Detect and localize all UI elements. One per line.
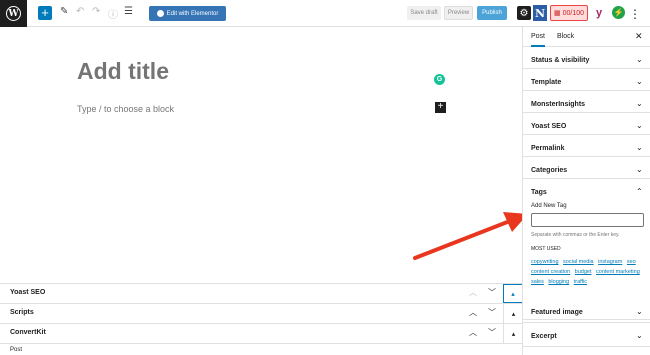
- score-value: 00/100: [562, 9, 585, 17]
- tag-link[interactable]: blogging: [548, 279, 569, 285]
- panel-status-visibility[interactable]: Status & visibility ⌄: [523, 47, 650, 69]
- panel-title: MonsterInsights: [531, 101, 586, 108]
- most-used-tags: copywriting social media instagram seo c…: [531, 257, 649, 287]
- move-up-icon[interactable]: ︿: [469, 327, 477, 338]
- add-block-button[interactable]: +: [38, 6, 52, 20]
- toggle-panel-icon[interactable]: ▴: [503, 304, 523, 323]
- tag-link[interactable]: copywriting: [531, 259, 559, 265]
- chevron-down-icon: ⌄: [636, 307, 643, 316]
- chevron-up-icon[interactable]: ⌃: [636, 187, 643, 196]
- panel-title: Permalink: [531, 145, 565, 152]
- panel-template[interactable]: Template ⌄: [523, 69, 650, 91]
- tags-help-text: Separate with commas or the Enter key.: [531, 232, 620, 238]
- performance-plugin-icon[interactable]: ⚡: [612, 6, 625, 19]
- metabox-title: Scripts: [10, 309, 34, 316]
- panel-title: Featured image: [531, 309, 583, 316]
- tag-link[interactable]: traffic: [574, 279, 587, 285]
- status-breadcrumb: Post: [0, 343, 523, 355]
- wordpress-logo[interactable]: W: [0, 0, 27, 27]
- panel-title: Categories: [531, 167, 568, 174]
- publish-button[interactable]: Publish: [477, 6, 507, 20]
- tab-post[interactable]: Post: [531, 33, 546, 47]
- score-icon: ▦: [553, 10, 561, 17]
- n-plugin-icon[interactable]: N: [533, 5, 547, 21]
- metabox-title: ConvertKit: [10, 329, 46, 336]
- wordpress-logo-icon: W: [6, 6, 21, 21]
- panel-title: Status & visibility: [531, 57, 590, 64]
- move-up-icon[interactable]: ︿: [469, 307, 477, 318]
- grammarly-icon[interactable]: G: [434, 74, 445, 85]
- preview-button[interactable]: Preview: [444, 6, 473, 20]
- chevron-down-icon: ⌄: [636, 331, 643, 340]
- editor-toolbar: W + ✎ ↶ ↷ ⓘ ☰ Edit with Elementor Save d…: [0, 0, 650, 27]
- tag-link[interactable]: content marketing: [596, 269, 640, 275]
- undo-icon[interactable]: ↶: [76, 6, 84, 17]
- more-menu-icon[interactable]: ⋮: [629, 5, 641, 22]
- metabox-scripts[interactable]: Scripts ︿ ﹀ ▴: [0, 303, 523, 323]
- panel-title[interactable]: Tags: [531, 189, 547, 196]
- close-icon[interactable]: ✕: [635, 31, 643, 42]
- elementor-label: Edit with Elementor: [166, 10, 219, 17]
- list-view-icon[interactable]: ☰: [124, 6, 133, 17]
- chevron-down-icon: ⌄: [636, 165, 643, 174]
- move-down-icon[interactable]: ﹀: [488, 287, 496, 298]
- panel-permalink[interactable]: Permalink ⌄: [523, 135, 650, 157]
- tag-link[interactable]: budget: [575, 269, 592, 275]
- chevron-down-icon: ⌄: [636, 55, 643, 64]
- redo-icon[interactable]: ↷: [92, 6, 100, 17]
- elementor-icon: [156, 10, 164, 17]
- tag-link[interactable]: instagram: [598, 259, 622, 265]
- yoast-icon[interactable]: y: [592, 5, 606, 21]
- most-used-label: MOST USED: [531, 246, 561, 252]
- chevron-down-icon: ⌄: [636, 121, 643, 130]
- post-title-input[interactable]: Add title: [77, 58, 169, 85]
- metabox-yoast-seo[interactable]: Yoast SEO ︿ ﹀ ▴: [0, 283, 523, 303]
- move-up-icon[interactable]: ︿: [469, 287, 477, 298]
- metabox-title: Yoast SEO: [10, 289, 46, 296]
- chevron-down-icon: ⌄: [636, 99, 643, 108]
- save-draft-button[interactable]: Save draft: [407, 6, 441, 20]
- panel-monsterinsights[interactable]: MonsterInsights ⌄: [523, 91, 650, 113]
- move-down-icon[interactable]: ﹀: [488, 307, 496, 318]
- panel-excerpt[interactable]: Excerpt ⌄: [523, 323, 650, 347]
- panel-title: Yoast SEO: [531, 123, 567, 130]
- inline-add-block-button[interactable]: +: [435, 102, 446, 113]
- pencil-icon[interactable]: ✎: [60, 6, 68, 17]
- annotation-arrow-icon: [413, 212, 528, 260]
- tag-link[interactable]: sales: [531, 279, 544, 285]
- tag-link[interactable]: seo: [627, 259, 636, 265]
- toggle-panel-icon[interactable]: ▴: [503, 324, 523, 343]
- toggle-panel-icon[interactable]: ▴: [503, 284, 523, 303]
- panel-title: Excerpt: [531, 333, 557, 340]
- move-down-icon[interactable]: ﹀: [488, 327, 496, 338]
- panel-title: Template: [531, 79, 562, 86]
- sidebar-tabs: Post Block ✕: [523, 27, 650, 47]
- add-new-tag-input[interactable]: [531, 213, 644, 227]
- panel-categories[interactable]: Categories ⌄: [523, 157, 650, 179]
- settings-sidebar: Post Block ✕ Status & visibility ⌄ Templ…: [522, 27, 650, 355]
- metabox-convertkit[interactable]: ConvertKit ︿ ﹀ ▴: [0, 323, 523, 343]
- panel-featured-image[interactable]: Featured image ⌄: [523, 299, 650, 323]
- settings-icon[interactable]: ⚙: [517, 6, 531, 20]
- block-placeholder[interactable]: Type / to choose a block: [77, 104, 174, 114]
- chevron-down-icon: ⌄: [636, 143, 643, 152]
- add-new-tag-label: Add New Tag: [531, 203, 567, 209]
- tab-block[interactable]: Block: [557, 33, 574, 40]
- tag-link[interactable]: social media: [563, 259, 594, 265]
- panel-yoast-seo[interactable]: Yoast SEO ⌄: [523, 113, 650, 135]
- seo-score-badge[interactable]: ▦ 00/100: [550, 5, 588, 21]
- edit-with-elementor-button[interactable]: Edit with Elementor: [149, 6, 226, 21]
- chevron-down-icon: ⌄: [636, 77, 643, 86]
- info-icon[interactable]: ⓘ: [108, 6, 118, 21]
- tag-link[interactable]: content creation: [531, 269, 570, 275]
